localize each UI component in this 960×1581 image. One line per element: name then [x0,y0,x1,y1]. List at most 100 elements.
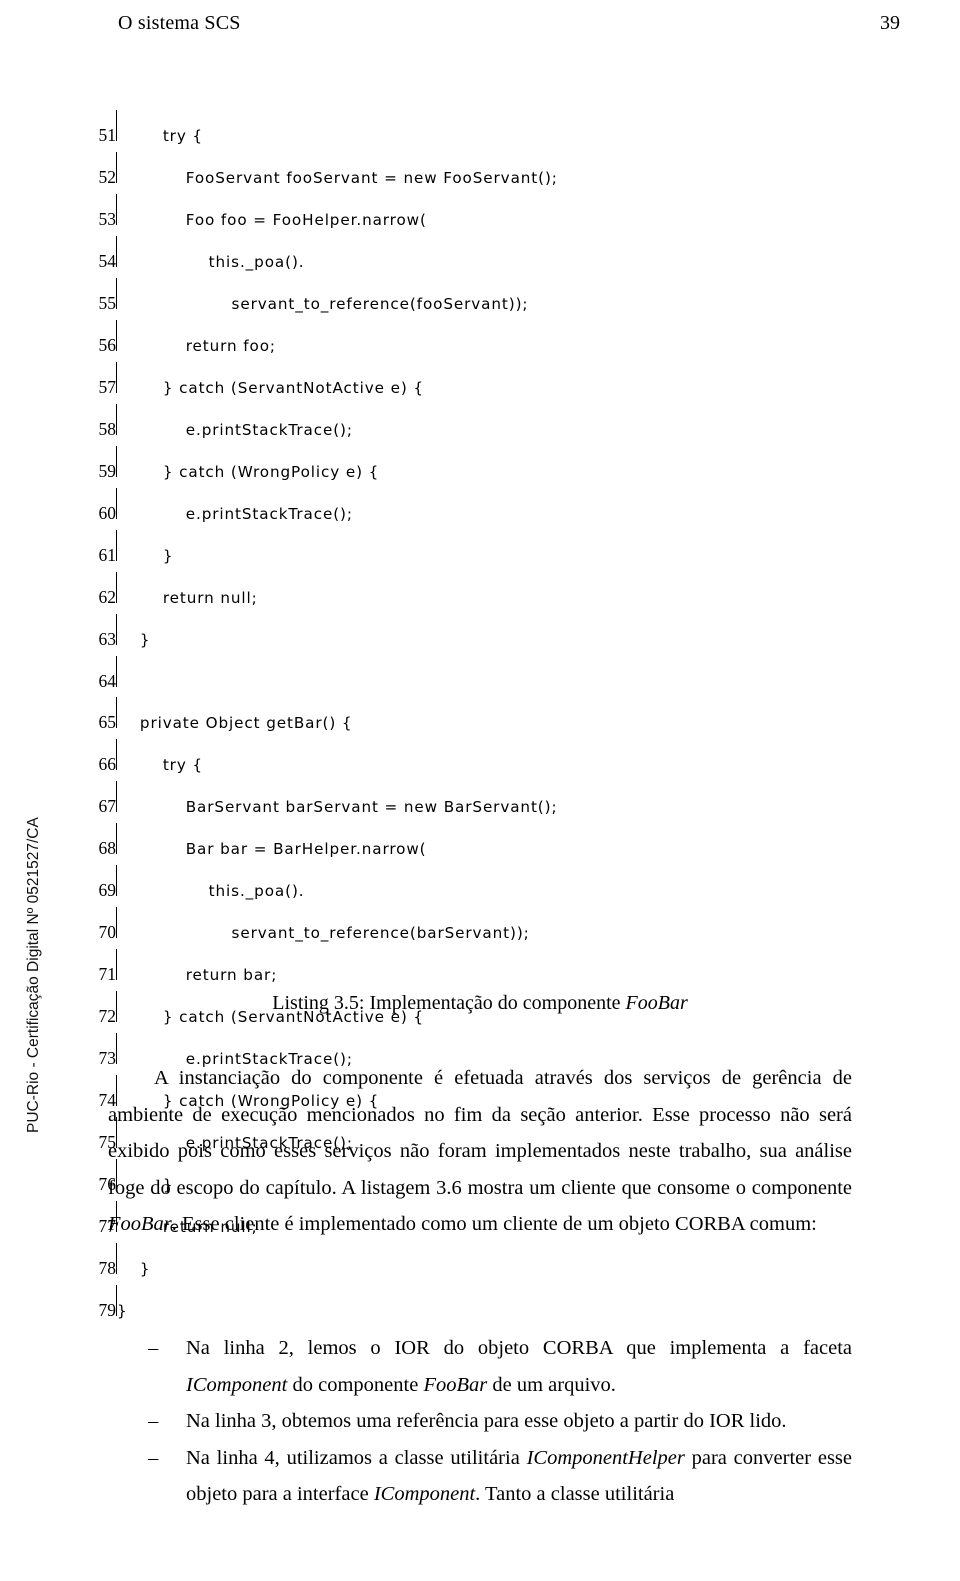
code-line-text: try { [117,756,203,774]
code-line: 60 e.printStackTrace(); [70,488,900,530]
list-item-text-part-2: do componente [287,1373,424,1396]
code-line-number: 54 [98,251,117,271]
code-line-text: } catch (ServantNotActive e) { [117,379,424,397]
code-line: 59 } catch (WrongPolicy e) { [70,446,900,488]
code-line: 61 } [70,530,900,572]
header-title: O sistema SCS [118,11,241,34]
code-line: 71 return bar; [70,949,900,991]
code-line-text: e.printStackTrace(); [117,505,353,523]
code-line: 79} [70,1285,900,1327]
code-line: 66 try { [70,739,900,781]
code-line-number: 61 [98,545,117,565]
code-line-text: return null; [117,589,258,607]
code-line-number: 68 [98,838,117,858]
code-line-text: servant_to_reference(fooServant)); [117,295,529,313]
code-line-number: 57 [98,377,117,397]
list-item-marker: – [148,1446,159,1469]
code-line: 58 e.printStackTrace(); [70,404,900,446]
code-line-number: 78 [98,1258,117,1278]
code-line-number: 52 [98,167,117,187]
code-line: 51 try { [70,110,900,152]
paragraph-emphasis-foobar: FooBar [108,1213,172,1235]
code-line-number: 66 [98,754,117,774]
code-line-number: 56 [98,335,117,355]
list-item-marker: – [148,1410,159,1432]
code-line-number: 69 [98,880,117,900]
code-line-text: return foo; [117,337,276,355]
code-line-number: 60 [98,503,117,523]
list-item-text-part-1: Na linha 4, utilizamos a classe utilitár… [186,1446,527,1469]
code-line-number: 63 [98,629,117,649]
list-item-text: Na linha 2, lemos o IOR do objeto CORBA … [178,1330,852,1403]
code-line: 63 } [70,614,900,656]
page-number: 39 [880,11,900,34]
code-line-text: this._poa(). [117,253,305,271]
list-item: – Na linha 3, obtemos uma referência para… [108,1403,852,1440]
list-item: – Na linha 4, utilizamos a classe utilitá… [108,1440,852,1513]
code-line-text: } catch (WrongPolicy e) { [117,463,380,481]
code-line: 67 BarServant barServant = new BarServan… [70,781,900,823]
code-line: 62 return null; [70,572,900,614]
code-line-number: 67 [98,796,117,816]
code-line-text: Bar bar = BarHelper.narrow( [117,840,427,858]
code-line: 55 servant_to_reference(fooServant)); [70,278,900,320]
listing-caption-label: Listing 3.5: Implementação do componente [272,992,626,1014]
itemized-list: – Na linha 2, lemos o IOR do objeto CORBA… [108,1330,852,1513]
code-line: 57 } catch (ServantNotActive e) { [70,362,900,404]
code-line-text [117,656,900,697]
list-item-emphasis-2: IComponent [373,1483,476,1505]
code-line: 70 servant_to_reference(barServant)); [70,907,900,949]
code-line: 52 FooServant fooServant = new FooServan… [70,152,900,194]
list-item-emphasis-2: FooBar [423,1373,488,1396]
code-line-text: } [117,1260,151,1278]
list-item: – Na linha 2, lemos o IOR do objeto CORBA… [108,1330,852,1403]
body-text: A instanciação do componente é efetuada … [108,1060,852,1243]
list-item-text-part-3: de um arquivo. [487,1373,616,1396]
code-line-number: 64 [98,671,117,691]
code-line: 56 return foo; [70,320,900,362]
code-line-number: 70 [98,922,117,942]
code-line: 64 [70,656,900,697]
code-line-text: e.printStackTrace(); [117,421,353,439]
code-line-text: servant_to_reference(barServant)); [117,924,530,942]
code-line-text: } [117,547,174,565]
list-item-marker: – [148,1337,159,1359]
list-item-emphasis-1: IComponent [186,1373,288,1396]
code-line-number: 62 [98,587,117,607]
listing-caption: Listing 3.5: Implementação do componente… [0,992,960,1015]
list-item-text-part-1: Na linha 2, lemos o IOR do objeto CORBA … [186,1337,852,1359]
code-line-text: } [117,631,151,649]
code-line: 78 } [70,1243,900,1285]
code-line-text: BarServant barServant = new BarServant()… [117,798,558,816]
list-item-text-part-3: . Tanto a classe utilitária [475,1483,675,1505]
code-line-text: private Object getBar() { [117,714,353,732]
certification-side-stamp: PUC-Rio - Certificação Digital Nº 052152… [25,817,42,1133]
code-line-text: return bar; [117,966,278,984]
code-line-number: 59 [98,461,117,481]
listing-caption-emphasis: FooBar [625,992,688,1014]
code-line-text: FooServant fooServant = new FooServant()… [117,169,558,187]
code-line-text: } [117,1302,128,1320]
code-line-number: 55 [98,293,117,313]
code-line-number: 65 [98,712,117,732]
running-header: O sistema SCS 39 [0,8,960,38]
code-line-number: 71 [98,964,117,984]
code-line-number: 58 [98,419,117,439]
code-line-text: Foo foo = FooHelper.narrow( [117,211,427,229]
code-line-text: this._poa(). [117,882,305,900]
code-line: 69 this._poa(). [70,865,900,907]
paragraph-part-1: A instanciação do componente é efetuada … [108,1067,852,1199]
document-page: O sistema SCS 39 PUC-Rio - Certificação … [0,0,960,1581]
list-item-emphasis-1: IComponentHelper [526,1446,685,1469]
code-line-text: try { [117,127,203,145]
list-item-text: Na linha 4, utilizamos a classe utilitár… [178,1440,852,1513]
code-line-number: 79 [98,1300,117,1320]
list-item-text-part-1: Na linha 3, obtemos uma referência para … [186,1410,787,1432]
code-line-number: 51 [98,125,117,145]
code-line: 54 this._poa(). [70,236,900,278]
code-line: 68 Bar bar = BarHelper.narrow( [70,823,900,865]
list-item-text: Na linha 3, obtemos uma referência para … [178,1403,852,1440]
code-line: 53 Foo foo = FooHelper.narrow( [70,194,900,236]
paragraph-part-2: . Esse cliente é implementado como um cl… [171,1213,817,1235]
code-line-number: 53 [98,209,117,229]
